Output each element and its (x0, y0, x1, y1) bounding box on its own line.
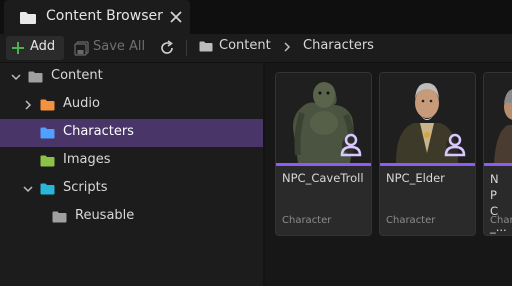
tab-bar: Content Browser (0, 0, 512, 34)
breadcrumb-content[interactable]: Content (219, 38, 271, 53)
chevron-right-icon (284, 42, 291, 52)
thumbnail-partial (484, 73, 512, 163)
add-button[interactable]: Add (6, 36, 64, 60)
folder-icon (40, 127, 55, 139)
folder-icon (28, 71, 43, 83)
folder-tree: Content Audio Characters Images Scripts (0, 63, 263, 286)
tree-item-label: Reusable (75, 208, 135, 223)
tree-item-audio[interactable]: Audio (0, 91, 263, 119)
tree-item-label: Characters (63, 124, 134, 139)
breadcrumb-characters[interactable]: Characters (303, 38, 374, 53)
asset-grid: NPC_CaveTroll Character NPC_Elder Charac… (265, 63, 512, 286)
tab-title: Content Browser (46, 8, 163, 24)
asset-type: Character (386, 215, 436, 226)
folder-icon (20, 12, 36, 24)
thumbnail-cave-troll (276, 73, 371, 163)
asset-card[interactable]: NPC_Elder Character (379, 72, 476, 236)
asset-name: NPC_Elder (386, 171, 445, 185)
folder-icon (40, 155, 55, 167)
tree-item-label: Audio (63, 96, 100, 111)
asset-name: NPC_...t (490, 172, 507, 234)
chevron-right-icon[interactable] (23, 100, 33, 110)
chevron-down-icon[interactable] (11, 72, 21, 82)
tree-item-scripts[interactable]: Scripts (0, 175, 263, 203)
asset-card[interactable]: NPC_...t Character (483, 72, 512, 236)
tab-content-browser[interactable]: Content Browser (4, 0, 190, 34)
asset-type: Character (490, 215, 512, 226)
chevron-down-icon[interactable] (23, 184, 33, 194)
add-label: Add (30, 39, 56, 54)
asset-type: Character (282, 215, 332, 226)
save-all-button[interactable]: Save All (70, 36, 154, 60)
thumbnail-elder (380, 73, 475, 163)
tree-item-label: Scripts (63, 180, 108, 195)
asset-type-accent (484, 163, 512, 166)
asset-card[interactable]: NPC_CaveTroll Character (275, 72, 372, 236)
folder-icon (40, 99, 55, 111)
tree-item-images[interactable]: Images (0, 147, 263, 175)
close-icon[interactable] (168, 9, 184, 25)
save-all-label: Save All (93, 39, 146, 54)
folder-icon (40, 183, 55, 195)
tree-item-reusable[interactable]: Reusable (0, 203, 263, 231)
refresh-icon[interactable] (157, 38, 177, 58)
asset-type-accent (380, 163, 475, 166)
breadcrumb-folder-icon (199, 41, 213, 52)
save-all-icon (74, 41, 89, 56)
folder-icon (52, 211, 67, 223)
tree-item-label: Content (51, 68, 103, 83)
tree-item-label: Images (63, 152, 111, 167)
asset-type-accent (276, 163, 371, 166)
tree-item-content[interactable]: Content (0, 63, 263, 91)
tree-item-characters[interactable]: Characters (0, 119, 263, 147)
plus-icon (12, 42, 24, 54)
asset-name: NPC_CaveTroll (282, 171, 364, 185)
toolbar-separator (186, 40, 187, 56)
